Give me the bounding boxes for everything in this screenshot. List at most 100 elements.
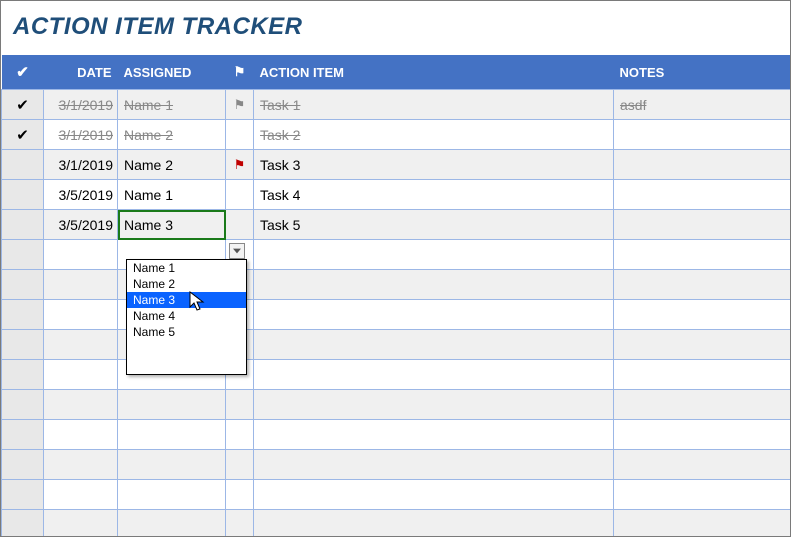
empty-cell[interactable] — [254, 300, 614, 330]
empty-cell[interactable] — [44, 270, 118, 300]
date-cell[interactable]: 3/5/2019 — [44, 210, 118, 240]
action-cell[interactable]: Task 4 — [254, 180, 614, 210]
notes-cell[interactable]: asdf — [614, 90, 791, 120]
action-cell[interactable]: Task 1 — [254, 90, 614, 120]
empty-cell[interactable] — [614, 510, 791, 537]
dropdown-option[interactable]: Name 3 — [127, 292, 246, 308]
assigned-cell[interactable]: Name 1 — [118, 180, 226, 210]
flag-cell[interactable]: ⚑ — [226, 90, 254, 120]
empty-cell[interactable] — [254, 240, 614, 270]
empty-cell[interactable] — [254, 510, 614, 537]
table-row-empty — [2, 270, 791, 300]
action-table: ✔ DATE ASSIGNED ⚑ ACTION ITEM NOTES ✔3/1… — [1, 55, 790, 537]
assigned-dropdown-list[interactable]: Name 1Name 2Name 3Name 4Name 5 — [126, 259, 247, 375]
empty-cell[interactable] — [614, 270, 791, 300]
notes-cell[interactable] — [614, 120, 791, 150]
notes-cell[interactable] — [614, 210, 791, 240]
flag-cell[interactable] — [226, 120, 254, 150]
check-icon: ✔ — [16, 97, 29, 114]
empty-cell[interactable] — [614, 300, 791, 330]
empty-cell[interactable] — [254, 360, 614, 390]
empty-cell[interactable] — [226, 420, 254, 450]
empty-cell[interactable] — [614, 360, 791, 390]
empty-cell[interactable] — [2, 420, 44, 450]
checkbox-cell[interactable]: ✔ — [2, 120, 44, 150]
empty-cell[interactable] — [44, 480, 118, 510]
empty-cell[interactable] — [614, 420, 791, 450]
empty-cell[interactable] — [614, 390, 791, 420]
empty-cell[interactable] — [2, 390, 44, 420]
empty-cell[interactable] — [2, 240, 44, 270]
checkbox-cell[interactable] — [2, 180, 44, 210]
empty-cell[interactable] — [44, 300, 118, 330]
empty-cell[interactable] — [44, 510, 118, 537]
table-row-empty — [2, 360, 791, 390]
assigned-cell[interactable]: Name 3 — [118, 210, 226, 240]
empty-cell[interactable] — [254, 390, 614, 420]
empty-cell[interactable] — [2, 300, 44, 330]
dropdown-option[interactable]: Name 1 — [127, 260, 246, 276]
empty-cell[interactable] — [44, 360, 118, 390]
empty-cell[interactable] — [2, 510, 44, 537]
header-flag: ⚑ — [226, 55, 254, 90]
empty-cell[interactable] — [614, 240, 791, 270]
dropdown-option[interactable]: Name 5 — [127, 324, 246, 340]
flag-cell[interactable] — [226, 180, 254, 210]
empty-cell[interactable] — [254, 480, 614, 510]
notes-cell[interactable] — [614, 180, 791, 210]
empty-cell[interactable] — [2, 450, 44, 480]
empty-cell[interactable] — [2, 330, 44, 360]
action-cell[interactable]: Task 2 — [254, 120, 614, 150]
header-date: DATE — [44, 55, 118, 90]
notes-cell[interactable] — [614, 150, 791, 180]
empty-cell[interactable] — [118, 510, 226, 537]
table-row-empty — [2, 510, 791, 537]
action-cell[interactable]: Task 3 — [254, 150, 614, 180]
empty-cell[interactable] — [44, 450, 118, 480]
empty-cell[interactable] — [226, 390, 254, 420]
empty-cell[interactable] — [254, 450, 614, 480]
checkbox-cell[interactable] — [2, 150, 44, 180]
empty-cell[interactable] — [44, 390, 118, 420]
empty-cell[interactable] — [254, 420, 614, 450]
flag-cell[interactable]: ⚑ — [226, 150, 254, 180]
empty-cell[interactable] — [118, 390, 226, 420]
action-cell[interactable]: Task 5 — [254, 210, 614, 240]
empty-cell[interactable] — [226, 480, 254, 510]
date-cell[interactable]: 3/5/2019 — [44, 180, 118, 210]
empty-cell[interactable] — [614, 330, 791, 360]
empty-cell[interactable] — [44, 420, 118, 450]
empty-cell[interactable] — [254, 330, 614, 360]
table-row-empty — [2, 420, 791, 450]
dropdown-trigger-button[interactable] — [229, 243, 245, 259]
header-assigned: ASSIGNED — [118, 55, 226, 90]
flag-icon: ⚑ — [234, 157, 246, 172]
date-cell[interactable]: 3/1/2019 — [44, 90, 118, 120]
empty-cell[interactable] — [118, 480, 226, 510]
assigned-cell[interactable]: Name 1 — [118, 90, 226, 120]
empty-cell[interactable] — [254, 270, 614, 300]
empty-cell[interactable] — [226, 510, 254, 537]
empty-cell[interactable] — [44, 330, 118, 360]
dropdown-option[interactable]: Name 4 — [127, 308, 246, 324]
empty-cell[interactable] — [2, 270, 44, 300]
date-cell[interactable]: 3/1/2019 — [44, 120, 118, 150]
dropdown-option[interactable]: Name 2 — [127, 276, 246, 292]
empty-cell[interactable] — [226, 450, 254, 480]
empty-cell[interactable] — [118, 420, 226, 450]
checkbox-cell[interactable]: ✔ — [2, 90, 44, 120]
empty-cell[interactable] — [118, 450, 226, 480]
empty-cell[interactable] — [614, 480, 791, 510]
empty-cell[interactable] — [2, 480, 44, 510]
checkbox-cell[interactable] — [2, 210, 44, 240]
header-action: ACTION ITEM — [254, 55, 614, 90]
assigned-cell[interactable]: Name 2 — [118, 120, 226, 150]
flag-cell[interactable] — [226, 210, 254, 240]
empty-cell[interactable] — [2, 360, 44, 390]
empty-cell[interactable] — [614, 450, 791, 480]
table-row: 3/5/2019Name 3 Task 5 — [2, 210, 791, 240]
check-icon: ✔ — [16, 64, 29, 81]
date-cell[interactable]: 3/1/2019 — [44, 150, 118, 180]
empty-cell[interactable] — [44, 240, 118, 270]
assigned-cell[interactable]: Name 2 — [118, 150, 226, 180]
